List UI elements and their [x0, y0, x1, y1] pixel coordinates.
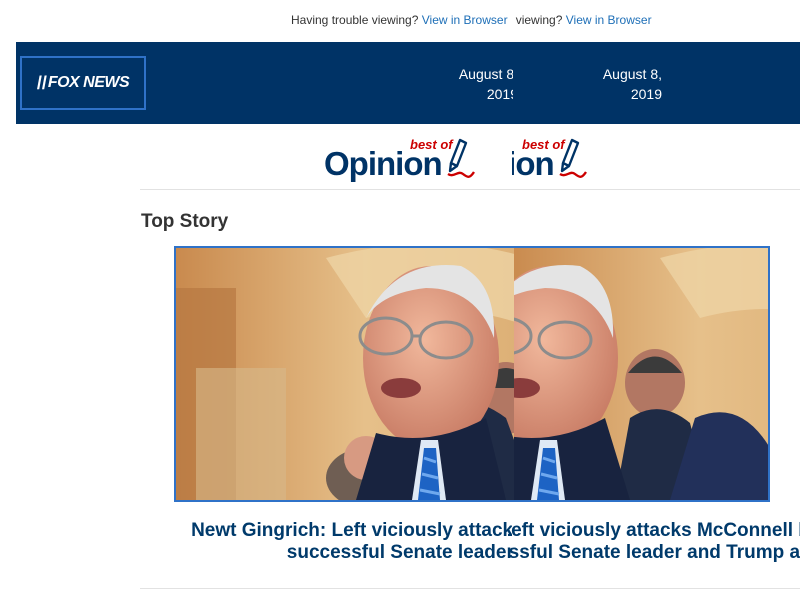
senator-photo [176, 248, 514, 500]
headline-text[interactable]: Newt Gingrich: Left viciously attacks Mc… [140, 520, 512, 564]
photo-copy [176, 248, 514, 500]
opinion-logo[interactable]: Opinion best of [322, 133, 512, 188]
notice-copy: Having trouble viewing? View in Browser [291, 13, 512, 27]
view-in-browser-link[interactable]: View in Browser [566, 13, 652, 27]
pen-icon [447, 138, 475, 178]
logo-text: FOX NEWS [47, 74, 130, 91]
newsletter-date: August 8, 2019 [458, 66, 513, 102]
headline-text[interactable]: Newt Gingrich: Left viciously attacks Mc… [508, 520, 800, 564]
top-story-headline[interactable]: Newt Gingrich: Left viciously attacks Mc… [0, 520, 800, 570]
fox-logo-icon: // [36, 72, 47, 93]
view-in-browser-link[interactable]: View in Browser [422, 13, 508, 27]
notice-text: Having trouble viewing? [291, 13, 419, 27]
fox-news-logo[interactable]: // FOX NEWS [20, 56, 146, 110]
newsletter-date: August 8, 2019 [602, 66, 662, 102]
view-in-browser-notice: Having trouble viewing? View in Browser … [0, 13, 800, 29]
section-title: Top Story [141, 211, 229, 232]
top-story-image[interactable] [174, 246, 770, 502]
opinion-logo[interactable]: Opinion best of [512, 133, 632, 188]
email-header: // FOX NEWS August 8, 2019 August 8, 201… [16, 42, 800, 124]
headline-copy: Newt Gingrich: Left viciously attacks Mc… [508, 520, 800, 570]
notice-text: Having trouble viewing? [512, 13, 563, 27]
headline-copy: Newt Gingrich: Left viciously attacks Mc… [140, 520, 512, 570]
senator-photo [514, 248, 768, 500]
photo-copy [514, 248, 768, 500]
notice-copy: Having trouble viewing? View in Browser [512, 13, 672, 27]
divider [140, 588, 800, 589]
best-of-opinion-banner: Opinion best of Opinion best of [0, 133, 800, 188]
pen-icon [559, 138, 587, 178]
divider [140, 189, 800, 190]
